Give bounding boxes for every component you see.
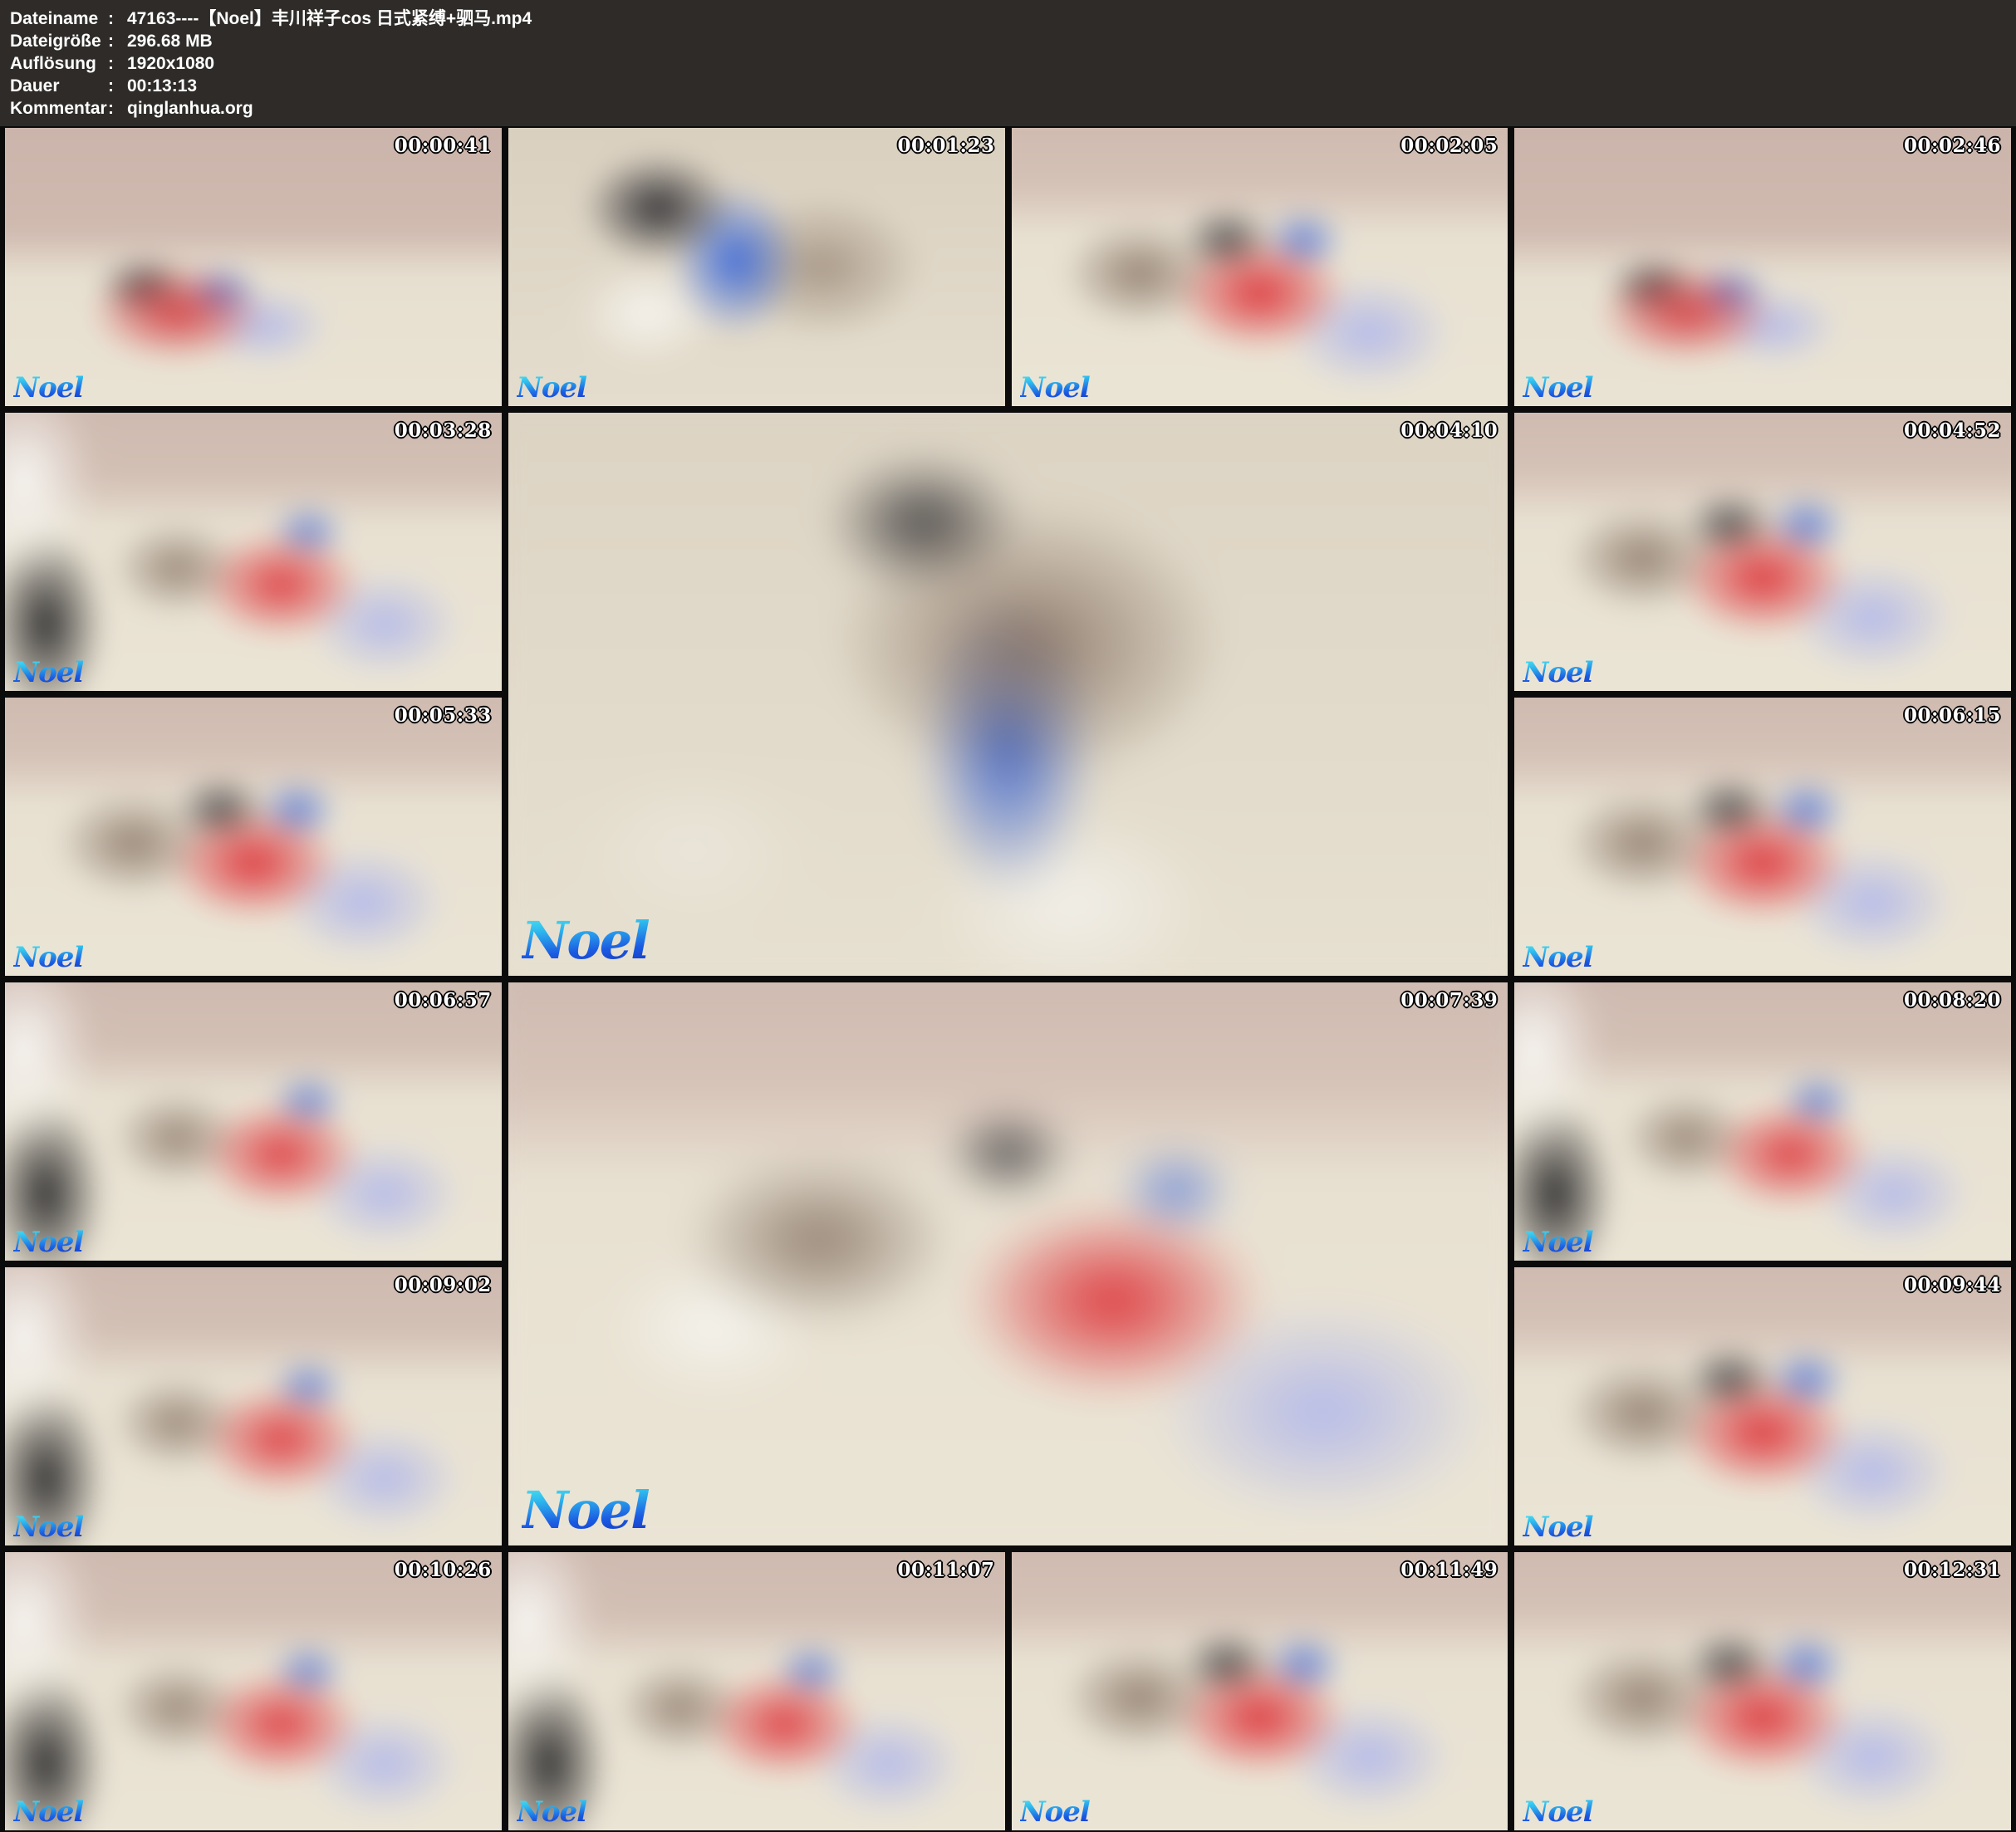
noel-watermark: Noel — [1523, 941, 1592, 974]
timestamp-overlay: 00:09:44 — [1904, 1274, 2001, 1296]
filename-value: 47163----【Noel】丰川祥子cos 日式紧缚+驷马.mp4 — [127, 7, 532, 30]
video-thumbnail: 00:04:52 Noel — [1514, 413, 2011, 691]
timestamp-overlay: 00:06:15 — [1904, 704, 2001, 727]
noel-watermark: Noel — [1523, 1795, 1592, 1829]
thumbnail-placeholder — [5, 1552, 502, 1830]
field-separator: : — [108, 30, 127, 52]
video-thumbnail: 00:03:28 Noel — [5, 413, 502, 691]
thumbnail-placeholder — [1012, 128, 1508, 406]
duration-value: 00:13:13 — [127, 75, 197, 97]
timestamp-overlay: 00:11:07 — [897, 1559, 994, 1581]
timestamp-overlay: 00:03:28 — [395, 419, 492, 442]
video-thumbnail: 00:01:23 Noel — [508, 128, 1005, 406]
thumbnail-placeholder — [5, 698, 502, 976]
noel-watermark: Noel — [13, 656, 83, 689]
field-separator: : — [108, 7, 127, 30]
video-thumbnail: 00:09:44 Noel — [1514, 1267, 2011, 1545]
thumbnail-placeholder — [5, 1267, 502, 1545]
video-thumbnail-large: 00:07:39 Noel — [508, 982, 1508, 1545]
thumbnail-placeholder — [508, 128, 1005, 406]
timestamp-overlay: 00:01:23 — [897, 135, 994, 157]
noel-watermark: Noel — [13, 371, 83, 404]
noel-watermark: Noel — [1020, 1795, 1090, 1829]
resolution-value: 1920x1080 — [127, 52, 214, 75]
thumbnail-placeholder — [5, 982, 502, 1261]
video-thumbnail: 00:10:26 Noel — [5, 1552, 502, 1830]
file-info-row-kommentar: Kommentar : qinglanhua.org — [10, 97, 2006, 120]
noel-watermark: Noel — [517, 1795, 586, 1829]
noel-watermark: Noel — [1523, 1511, 1592, 1544]
timestamp-overlay: 00:08:20 — [1904, 989, 2001, 1012]
noel-watermark: Noel — [1523, 1226, 1592, 1259]
field-label: Dateiname — [10, 7, 108, 30]
thumbnail-placeholder — [5, 128, 502, 406]
file-info-header: Dateiname : 47163----【Noel】丰川祥子cos 日式紧缚+… — [0, 0, 2016, 126]
file-info-row-dateigroesse: Dateigröße : 296.68 MB — [10, 30, 2006, 52]
noel-watermark: Noel — [13, 1511, 83, 1544]
thumbnail-placeholder — [508, 413, 1508, 976]
noel-watermark: Noel — [517, 371, 586, 404]
field-label: Dauer — [10, 75, 108, 97]
timestamp-overlay: 00:07:39 — [1400, 989, 1498, 1012]
thumbnail-placeholder — [1514, 982, 2011, 1261]
video-thumbnail: 00:11:07 Noel — [508, 1552, 1005, 1830]
timestamp-overlay: 00:04:52 — [1904, 419, 2001, 442]
timestamp-overlay: 00:11:49 — [1400, 1559, 1498, 1581]
timestamp-overlay: 00:00:41 — [395, 135, 492, 157]
thumbnail-placeholder — [1514, 413, 2011, 691]
noel-watermark: Noel — [1523, 656, 1592, 689]
noel-watermark: Noel — [13, 1226, 83, 1259]
file-info-row-dateiname: Dateiname : 47163----【Noel】丰川祥子cos 日式紧缚+… — [10, 7, 2006, 30]
thumbnail-placeholder — [508, 1552, 1005, 1830]
video-thumbnail: 00:11:49 Noel — [1012, 1552, 1508, 1830]
noel-watermark: Noel — [13, 1795, 83, 1829]
comment-value: qinglanhua.org — [127, 97, 253, 120]
video-thumbnail: 00:02:46 Noel — [1514, 128, 2011, 406]
noel-watermark: Noel — [1523, 371, 1592, 404]
thumbnail-placeholder — [1514, 1267, 2011, 1545]
video-thumbnail: 00:02:05 Noel — [1012, 128, 1508, 406]
field-separator: : — [108, 97, 127, 120]
field-label: Auflösung — [10, 52, 108, 75]
field-separator: : — [108, 52, 127, 75]
filesize-value: 296.68 MB — [127, 30, 213, 52]
timestamp-overlay: 00:06:57 — [395, 989, 492, 1012]
thumbnail-placeholder — [1514, 698, 2011, 976]
video-thumbnail: 00:06:15 Noel — [1514, 698, 2011, 976]
field-label: Dateigröße — [10, 30, 108, 52]
video-thumbnail: 00:06:57 Noel — [5, 982, 502, 1261]
thumbnail-placeholder — [1514, 128, 2011, 406]
timestamp-overlay: 00:12:31 — [1904, 1559, 2001, 1581]
field-separator: : — [108, 75, 127, 97]
thumbnail-placeholder — [1514, 1552, 2011, 1830]
timestamp-overlay: 00:10:26 — [395, 1559, 492, 1581]
video-thumbnail: 00:00:41 Noel — [5, 128, 502, 406]
noel-watermark: Noel — [522, 910, 649, 971]
noel-watermark: Noel — [13, 941, 83, 974]
timestamp-overlay: 00:02:46 — [1904, 135, 2001, 157]
timestamp-overlay: 00:04:10 — [1400, 419, 1498, 442]
thumbnail-placeholder — [508, 982, 1508, 1545]
video-thumbnail: 00:05:33 Noel — [5, 698, 502, 976]
field-label: Kommentar — [10, 97, 108, 120]
timestamp-overlay: 00:09:02 — [395, 1274, 492, 1296]
video-thumbnail: 00:08:20 Noel — [1514, 982, 2011, 1261]
video-thumbnail-large: 00:04:10 Noel — [508, 413, 1508, 976]
video-thumbnail: 00:12:31 Noel — [1514, 1552, 2011, 1830]
timestamp-overlay: 00:02:05 — [1400, 135, 1498, 157]
noel-watermark: Noel — [522, 1480, 649, 1541]
noel-watermark: Noel — [1020, 371, 1090, 404]
video-thumbnail: 00:09:02 Noel — [5, 1267, 502, 1545]
thumbnail-placeholder — [1012, 1552, 1508, 1830]
file-info-row-dauer: Dauer : 00:13:13 — [10, 75, 2006, 97]
timestamp-overlay: 00:05:33 — [395, 704, 492, 727]
thumbnail-grid: 00:00:41 Noel 00:01:23 Noel 00:02:05 Noe… — [0, 126, 2016, 1832]
thumbnail-placeholder — [5, 413, 502, 691]
file-info-row-aufloesung: Auflösung : 1920x1080 — [10, 52, 2006, 75]
